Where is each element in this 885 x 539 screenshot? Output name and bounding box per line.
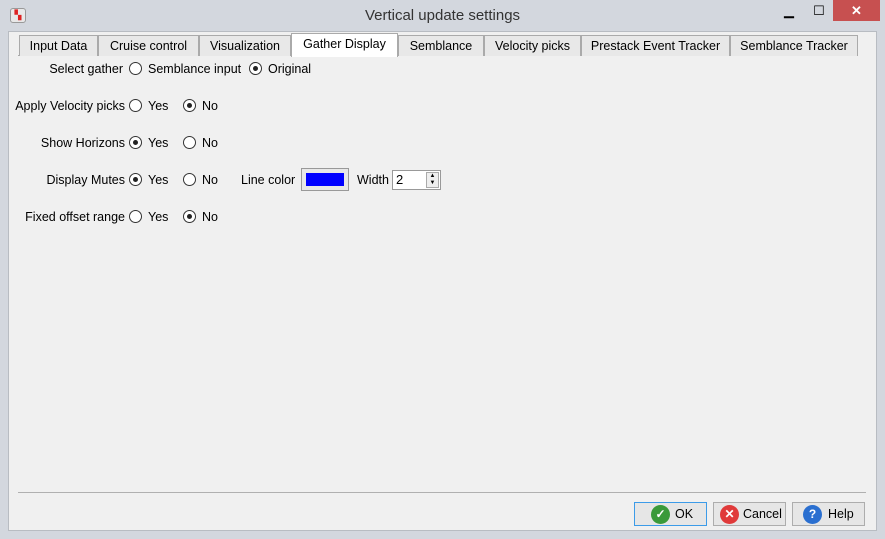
tab-input-data[interactable]: Input Data: [19, 35, 98, 56]
original-radio[interactable]: [249, 62, 262, 75]
tab-visualization[interactable]: Visualization: [199, 35, 291, 56]
tab-prestack-event-tracker[interactable]: Prestack Event Tracker: [581, 35, 730, 56]
width-value[interactable]: 2: [396, 172, 403, 187]
cancel-icon: ✕: [720, 505, 739, 524]
width-label: Width: [357, 173, 389, 187]
apply-velocity-no-radio[interactable]: [183, 99, 196, 112]
yes-label[interactable]: Yes: [148, 172, 168, 188]
color-swatch: [306, 173, 344, 186]
tab-semblance-tracker[interactable]: Semblance Tracker: [730, 35, 858, 56]
help-button[interactable]: ? Help: [792, 502, 865, 526]
cancel-button[interactable]: ✕ Cancel: [713, 502, 786, 526]
help-label: Help: [828, 507, 854, 521]
display-mutes-yes-radio[interactable]: [129, 173, 142, 186]
apply-velocity-label: Apply Velocity picks: [15, 99, 125, 113]
fixed-offset-label: Fixed offset range: [25, 210, 125, 224]
no-label[interactable]: No: [202, 209, 218, 225]
line-color-button[interactable]: [301, 168, 349, 191]
window-title: Vertical update settings: [364, 7, 521, 24]
no-label[interactable]: No: [202, 172, 218, 188]
semblance-input-radio[interactable]: [129, 62, 142, 75]
close-button[interactable]: ✕: [833, 0, 880, 21]
maximize-button[interactable]: ☐: [806, 0, 832, 21]
minimize-button[interactable]: ▁: [776, 0, 802, 21]
original-label[interactable]: Original: [268, 61, 311, 77]
tab-cruise-control[interactable]: Cruise control: [98, 35, 199, 56]
ok-label: OK: [675, 507, 694, 521]
spinner-arrows-icon[interactable]: ▲ ▼: [426, 172, 439, 188]
tab-gather-display[interactable]: Gather Display: [291, 33, 398, 57]
display-mutes-label: Display Mutes: [46, 173, 126, 187]
cancel-label: Cancel: [743, 507, 782, 521]
show-horizons-yes-radio[interactable]: [129, 136, 142, 149]
help-icon: ?: [803, 505, 822, 524]
no-label[interactable]: No: [202, 135, 218, 151]
apply-velocity-yes-radio[interactable]: [129, 99, 142, 112]
tab-semblance[interactable]: Semblance: [398, 35, 484, 56]
yes-label[interactable]: Yes: [148, 209, 168, 225]
ok-button[interactable]: ✓ OK: [634, 502, 707, 526]
fixed-offset-yes-radio[interactable]: [129, 210, 142, 223]
show-horizons-no-radio[interactable]: [183, 136, 196, 149]
check-icon: ✓: [651, 505, 670, 524]
yes-label[interactable]: Yes: [148, 98, 168, 114]
width-spinner[interactable]: 2 ▲ ▼: [392, 170, 441, 190]
display-mutes-no-radio[interactable]: [183, 173, 196, 186]
semblance-input-label[interactable]: Semblance input: [148, 61, 241, 77]
line-color-label: Line color: [241, 173, 296, 187]
app-icon[interactable]: ▚: [10, 8, 26, 23]
tab-velocity-picks[interactable]: Velocity picks: [484, 35, 581, 56]
yes-label[interactable]: Yes: [148, 135, 168, 151]
fixed-offset-no-radio[interactable]: [183, 210, 196, 223]
no-label[interactable]: No: [202, 98, 218, 114]
show-horizons-label: Show Horizons: [40, 136, 125, 150]
select-gather-label: Select gather: [49, 62, 123, 76]
separator: [18, 492, 866, 493]
